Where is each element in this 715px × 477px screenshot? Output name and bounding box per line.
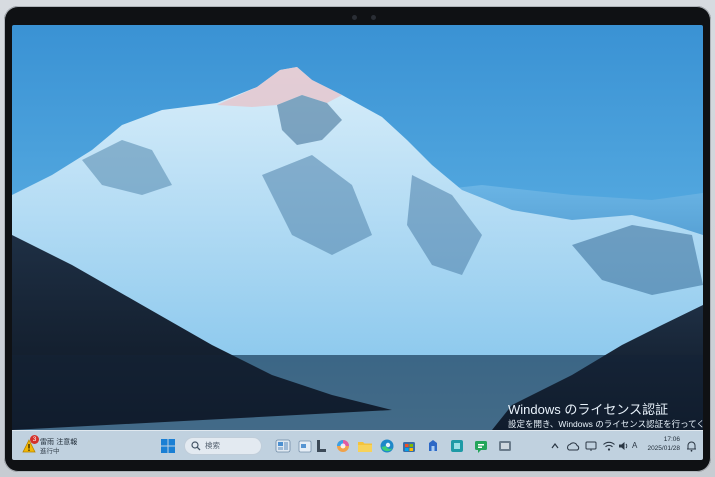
bell-icon[interactable] — [686, 440, 697, 452]
activation-title: Windows のライセンス認証 — [508, 402, 669, 417]
task-view-secondary[interactable] — [312, 437, 330, 455]
weather-title: 雷雨 注意報 — [40, 438, 78, 446]
clock-time: 17:06 — [663, 436, 680, 443]
app-teal-button[interactable] — [448, 437, 466, 455]
desktop-screen: Windows のライセンス認証 設定を開き、Windows のライセンス認証を… — [12, 25, 703, 460]
search-icon — [191, 441, 201, 451]
app-blue-button[interactable] — [424, 437, 442, 455]
edge-icon — [380, 439, 394, 453]
cloud-icon[interactable] — [566, 440, 580, 452]
widgets-icon — [275, 439, 291, 453]
app-green-button[interactable] — [472, 437, 490, 455]
wifi-icon[interactable] — [602, 440, 616, 452]
folder-icon — [358, 442, 372, 452]
system-clock[interactable]: 17:06 2025/01/28 — [640, 435, 680, 453]
store-button[interactable] — [400, 437, 418, 455]
volume-icon[interactable] — [618, 440, 630, 452]
laptop-frame: Windows のライセンス認証 設定を開き、Windows のライセンス認証を… — [0, 0, 715, 477]
widgets-button[interactable] — [274, 437, 292, 455]
network-icon[interactable] — [584, 440, 598, 452]
copilot-button[interactable] — [334, 437, 352, 455]
weather-widget[interactable]: 3 雷雨 注意報 進行中 — [20, 435, 90, 458]
app-icon — [499, 441, 511, 451]
sensor-dot — [371, 15, 376, 20]
store-icon — [403, 442, 415, 452]
edge-button[interactable] — [378, 437, 396, 455]
camera-dot — [352, 15, 357, 20]
desktop-wallpaper — [12, 25, 703, 430]
app-icon — [451, 440, 463, 452]
activation-subtitle: 設定を開き、Windows のライセンス認証を行ってくださ — [508, 419, 703, 429]
search-placeholder: 検索 — [205, 441, 220, 450]
copilot-icon — [337, 440, 349, 452]
windows-start-icon[interactable] — [160, 438, 176, 454]
ime-indicator[interactable]: A — [632, 440, 640, 452]
weather-subtitle: 進行中 — [40, 447, 60, 455]
app-icon — [475, 441, 487, 453]
weather-badge: 3 — [30, 435, 39, 444]
search-input[interactable]: 検索 — [184, 437, 262, 455]
activation-watermark: Windows のライセンス認証 設定を開き、Windows のライセンス認証を… — [508, 402, 703, 430]
clock-date: 2025/01/28 — [647, 445, 680, 452]
file-explorer-button[interactable] — [356, 437, 374, 455]
app-icon — [429, 440, 437, 451]
app-icon — [317, 440, 326, 452]
chevron-up-icon[interactable] — [550, 440, 560, 452]
taskbar: 3 雷雨 注意報 進行中 検索 A 17:06 2025/01/28 — [12, 430, 703, 460]
app-gray-button[interactable] — [496, 437, 514, 455]
